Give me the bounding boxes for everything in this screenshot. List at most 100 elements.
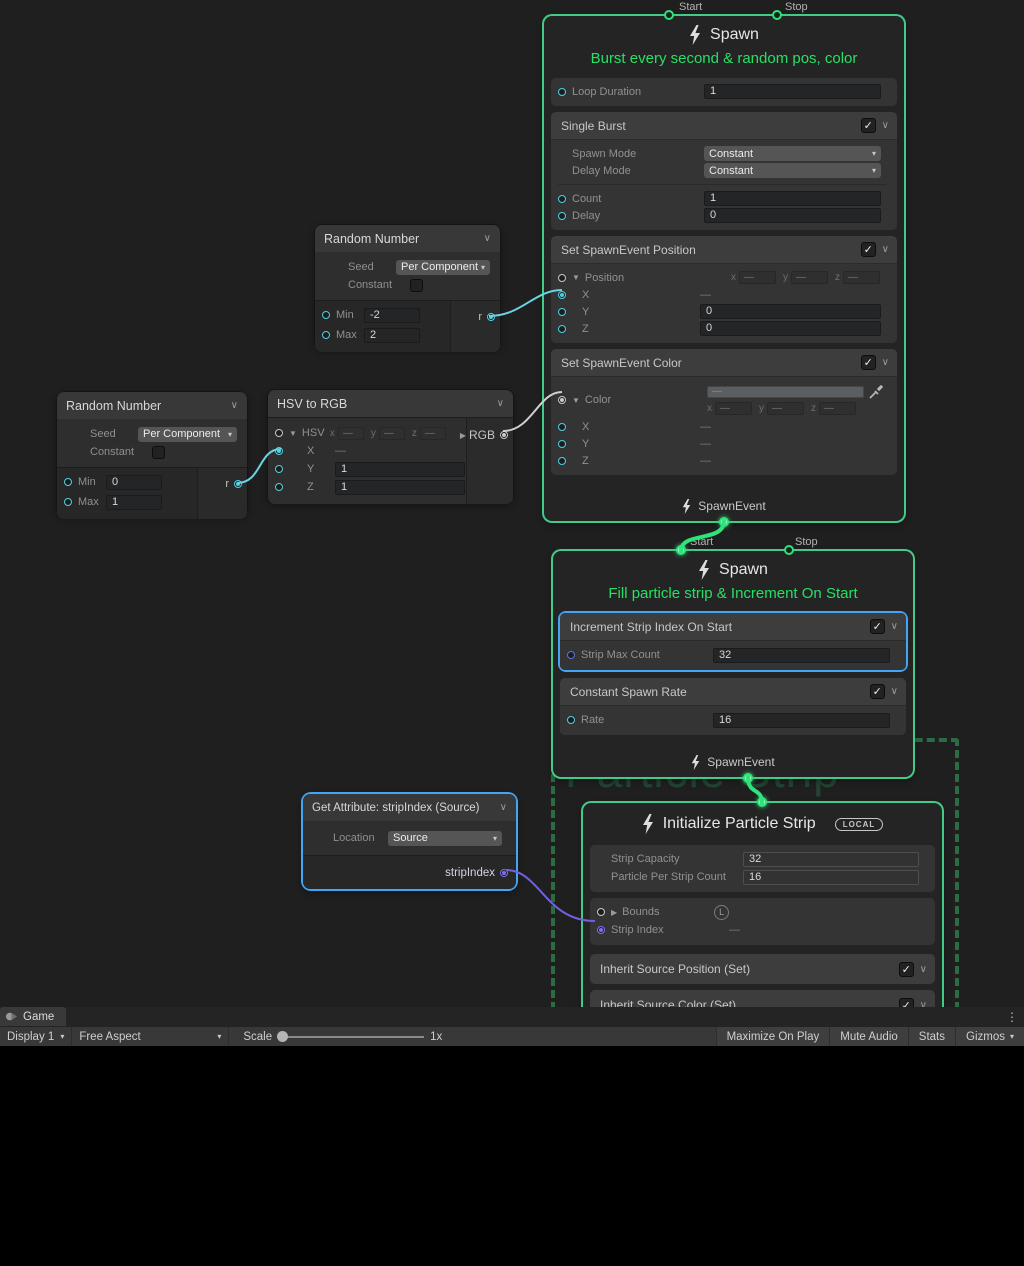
node-title-bar[interactable]: Spawn xyxy=(553,555,913,585)
node-random-number-2[interactable]: Random Number ∨ Seed Per Component▾ Cons… xyxy=(57,392,247,515)
port-hsv-z[interactable] xyxy=(275,483,283,491)
scale-slider[interactable] xyxy=(278,1036,424,1038)
checkbox-checked-icon[interactable]: ✓ xyxy=(861,118,876,133)
loop-duration-field[interactable]: 1 xyxy=(704,84,881,99)
color-y-mini[interactable]: — xyxy=(767,402,804,415)
port-color-z[interactable] xyxy=(558,457,566,465)
maximize-on-play-button[interactable]: Maximize On Play xyxy=(716,1027,830,1046)
node-title-bar[interactable]: Spawn xyxy=(544,20,904,50)
local-space-badge[interactable]: LOCAL xyxy=(835,818,884,831)
checkbox-checked-icon[interactable]: ✓ xyxy=(861,242,876,257)
port-position-z[interactable] xyxy=(558,325,566,333)
position-z-mini[interactable]: — xyxy=(843,271,880,284)
expander-down-icon[interactable]: ▼ xyxy=(289,429,297,438)
set-position-header[interactable]: Set SpawnEvent Position ✓ ∨ xyxy=(551,236,897,263)
checkbox-unchecked-icon[interactable] xyxy=(410,279,423,292)
port-hsv-x[interactable] xyxy=(275,447,283,455)
expander-right-icon[interactable]: ▶ xyxy=(611,908,617,917)
chevron-down-icon[interactable]: ∨ xyxy=(484,233,491,244)
eyedropper-icon[interactable] xyxy=(869,385,883,399)
node-initialize-particle-strip[interactable]: Initialize Particle Strip LOCAL Strip Ca… xyxy=(583,803,942,1007)
min-field[interactable]: -2 xyxy=(364,308,420,323)
port-max[interactable] xyxy=(322,331,330,339)
strip-capacity-field[interactable]: 32 xyxy=(743,852,919,867)
chevron-down-icon[interactable]: ∨ xyxy=(920,964,927,975)
location-dropdown[interactable]: Source▾ xyxy=(388,831,502,846)
node-get-attribute-stripindex[interactable]: Get Attribute: stripIndex (Source) ∨ Loc… xyxy=(303,794,516,889)
port-loop-duration[interactable] xyxy=(558,88,566,96)
position-y-field[interactable]: 0 xyxy=(700,304,881,319)
port-output-r[interactable] xyxy=(234,480,242,488)
chevron-down-icon[interactable]: ∨ xyxy=(500,802,507,813)
max-field[interactable]: 2 xyxy=(364,328,420,343)
chevron-down-icon[interactable]: ∨ xyxy=(891,686,898,697)
port-delay[interactable] xyxy=(558,212,566,220)
position-y-mini[interactable]: — xyxy=(791,271,828,284)
seed-dropdown[interactable]: Per Component▾ xyxy=(138,427,237,442)
display-dropdown[interactable]: Display 1▾ xyxy=(0,1027,71,1046)
port-strip-max-count[interactable] xyxy=(567,651,575,659)
flow-input-start[interactable] xyxy=(676,545,686,555)
node-spawn-strip[interactable]: Spawn Fill particle strip & Increment On… xyxy=(553,551,913,777)
port-output-r[interactable] xyxy=(487,313,495,321)
flow-input[interactable] xyxy=(757,797,767,807)
scale-slider-knob[interactable] xyxy=(277,1031,288,1042)
node-spawn-burst[interactable]: Spawn Burst every second & random pos, c… xyxy=(544,16,904,521)
hsv-y-field[interactable]: 1 xyxy=(335,462,465,477)
chevron-down-icon[interactable]: ∨ xyxy=(891,621,898,632)
node-title-bar[interactable]: Initialize Particle Strip LOCAL xyxy=(583,809,942,839)
node-header[interactable]: Random Number ∨ xyxy=(57,392,247,419)
port-output-rgb[interactable] xyxy=(500,431,508,439)
port-position[interactable] xyxy=(558,274,566,282)
node-header[interactable]: HSV to RGB ∨ xyxy=(268,390,513,417)
port-rate[interactable] xyxy=(567,716,575,724)
chevron-down-icon[interactable]: ∨ xyxy=(920,1000,927,1008)
chevron-down-icon[interactable]: ∨ xyxy=(882,244,889,255)
checkbox-checked-icon[interactable]: ✓ xyxy=(870,619,885,634)
seed-dropdown[interactable]: Per Component▾ xyxy=(396,260,490,275)
color-z-mini[interactable]: — xyxy=(819,402,856,415)
inherit-position-header[interactable]: Inherit Source Position (Set) ✓ ∨ xyxy=(590,954,935,984)
port-position-y[interactable] xyxy=(558,308,566,316)
stats-button[interactable]: Stats xyxy=(908,1027,955,1046)
count-field[interactable]: 1 xyxy=(704,191,881,206)
kebab-menu-icon[interactable]: ⋮ xyxy=(1000,1007,1024,1026)
single-burst-header[interactable]: Single Burst ✓ ∨ xyxy=(551,112,897,139)
port-hsv-y[interactable] xyxy=(275,465,283,473)
flow-input-start[interactable] xyxy=(664,10,674,20)
flow-output-spawnevent[interactable] xyxy=(719,517,729,527)
port-output-stripindex[interactable] xyxy=(500,869,508,877)
node-header[interactable]: Random Number ∨ xyxy=(315,225,500,252)
rate-field[interactable]: 16 xyxy=(713,713,890,728)
port-color-y[interactable] xyxy=(558,440,566,448)
port-bounds[interactable] xyxy=(597,908,605,916)
color-swatch[interactable]: — xyxy=(707,386,864,398)
flow-output-spawnevent[interactable] xyxy=(743,773,753,783)
particle-per-strip-count-field[interactable]: 16 xyxy=(743,870,919,885)
expander-down-icon[interactable]: ▼ xyxy=(572,396,580,405)
aspect-ratio-dropdown[interactable]: Free Aspect▾ xyxy=(71,1027,229,1046)
checkbox-checked-icon[interactable]: ✓ xyxy=(861,355,876,370)
delay-field[interactable]: 0 xyxy=(704,208,881,223)
mute-audio-button[interactable]: Mute Audio xyxy=(829,1027,908,1046)
flow-input-stop[interactable] xyxy=(772,10,782,20)
checkbox-unchecked-icon[interactable] xyxy=(152,446,165,459)
spawn-mode-dropdown[interactable]: Constant▾ xyxy=(704,146,881,161)
chevron-down-icon[interactable]: ∨ xyxy=(231,400,238,411)
position-z-field[interactable]: 0 xyxy=(700,321,881,336)
node-header[interactable]: Get Attribute: stripIndex (Source) ∨ xyxy=(303,794,516,821)
checkbox-checked-icon[interactable]: ✓ xyxy=(870,684,885,699)
strip-max-count-field[interactable]: 32 xyxy=(713,648,890,663)
port-position-x[interactable] xyxy=(558,291,566,299)
chevron-down-icon[interactable]: ∨ xyxy=(882,357,889,368)
color-x-mini[interactable]: — xyxy=(715,402,752,415)
tab-game[interactable]: Game xyxy=(0,1007,66,1026)
max-field[interactable]: 1 xyxy=(106,495,162,510)
inherit-color-header[interactable]: Inherit Source Color (Set) ✓ ∨ xyxy=(590,990,935,1007)
position-x-mini[interactable]: — xyxy=(739,271,776,284)
chevron-down-icon[interactable]: ∨ xyxy=(882,120,889,131)
port-min[interactable] xyxy=(64,478,72,486)
port-count[interactable] xyxy=(558,195,566,203)
port-strip-index[interactable] xyxy=(597,926,605,934)
node-random-number-1[interactable]: Random Number ∨ Seed Per Component▾ Cons… xyxy=(315,225,500,348)
